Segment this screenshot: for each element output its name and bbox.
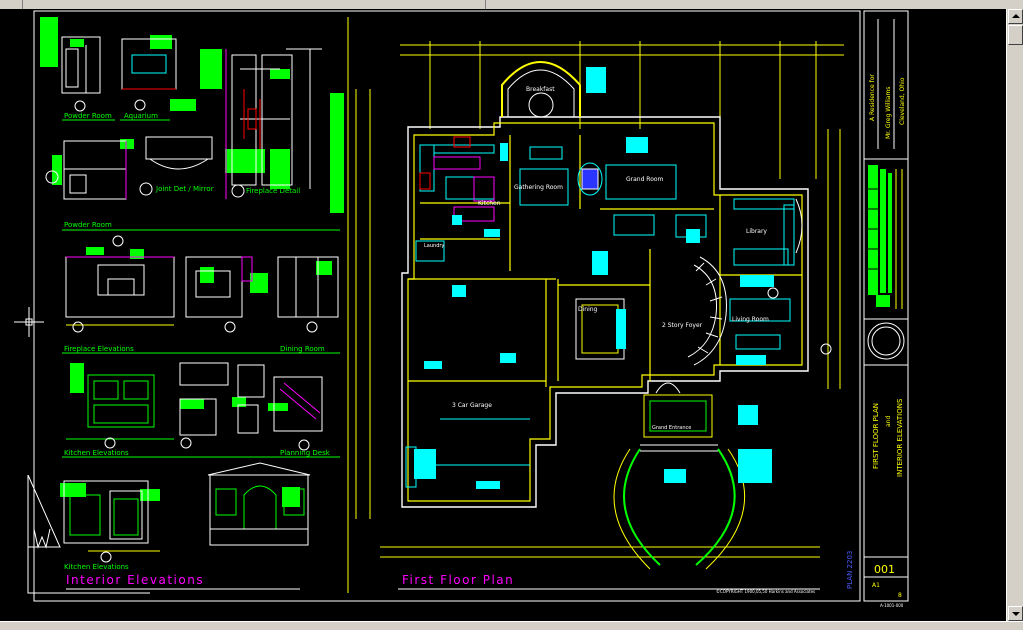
room-label-grand-entrance: Grand Entrance — [652, 425, 691, 431]
room-label-laundry: Laundry — [424, 243, 444, 249]
living-room-furniture — [729, 298, 791, 350]
room-label-grand-room: Grand Room — [626, 176, 664, 183]
fireplace-elevations — [65, 256, 339, 318]
room-label-breakfast: Breakfast — [526, 86, 555, 93]
toolbar-separator — [22, 0, 23, 9]
cad-application-window: Powder Room Aquarium Joint Det / Mirror … — [0, 0, 1023, 630]
label-kitchen-elevations: Kitchen Elevations — [64, 449, 129, 457]
powder-room-plan — [63, 140, 127, 200]
exterior-walls — [401, 116, 809, 508]
joint-detail — [145, 136, 213, 160]
toolbar-separator — [485, 0, 486, 9]
drawing-title: FIRST FLOOR PLAN — [872, 403, 880, 469]
floor-plan: Breakfast Gathering Room Grand Room Kitc… — [355, 41, 854, 594]
arrow-up-icon — [1012, 14, 1020, 18]
sheet-code: A1 — [872, 582, 880, 589]
room-label-library: Library — [746, 228, 767, 235]
room-label-living-room: Living Room — [732, 316, 769, 323]
client-line-3: Cleveland, Ohio — [899, 77, 906, 125]
interior-walls — [407, 122, 803, 502]
drawing-subtitle: INTERIOR ELEVATIONS — [896, 398, 904, 477]
gathering-room-furniture — [519, 146, 569, 206]
drawing-canvas[interactable]: Powder Room Aquarium Joint Det / Mirror … — [0, 9, 1006, 621]
label-joint-det-mirror: Joint Det / Mirror — [155, 185, 214, 193]
label-powder-room-2: Powder Room — [64, 221, 112, 229]
right-sheet-title: First Floor Plan — [402, 573, 514, 587]
sheet-number: 001 — [874, 563, 895, 576]
label-aquarium: Aquarium — [124, 112, 158, 120]
details-panel: Powder Room Aquarium Joint Det / Mirror … — [40, 17, 344, 590]
left-sheet-title: Interior Elevations — [66, 573, 204, 587]
copyright-note: ©COPYRIGHT 1900,05,50 Harkins and Associ… — [716, 589, 815, 594]
label-dining-room: Dining Room — [280, 345, 325, 353]
client-line-2: Mr. Greg Williams — [885, 87, 892, 139]
sheet-border — [33, 10, 861, 602]
label-planning-desk: Planning Desk — [280, 449, 331, 457]
label-powder-room: Powder Room — [64, 112, 112, 120]
crosshair-cursor — [14, 307, 44, 337]
horizontal-scrollbar[interactable] — [0, 621, 1023, 630]
scroll-up-button[interactable] — [1008, 9, 1023, 24]
scroll-down-button[interactable] — [1008, 606, 1023, 621]
label-kitchen-elevations-2: Kitchen Elevations — [64, 563, 129, 571]
foyer-stair — [687, 256, 727, 366]
revision-table — [868, 165, 892, 307]
arrow-down-icon — [1012, 612, 1020, 616]
drawing-title-and: and — [885, 416, 892, 427]
architect-seal — [867, 322, 905, 360]
room-label-three-car-garage: 3 Car Garage — [452, 402, 492, 409]
label-fireplace-elevations: Fireplace Elevations — [64, 345, 134, 353]
sheet-id: A-1001-000 — [880, 603, 904, 608]
label-fireplace-detail: Fireplace Detail — [246, 187, 300, 195]
sheet-count: 8 — [898, 592, 902, 599]
room-label-kitchen: Kitchen — [478, 200, 501, 207]
room-label-gathering-room: Gathering Room — [514, 184, 563, 191]
drawing-sheet: Powder Room Aquarium Joint Det / Mirror … — [14, 10, 909, 608]
title-block: A Residence for Mr. Greg Williams Clevel… — [864, 19, 908, 608]
room-label-dining: Dining — [578, 306, 598, 313]
room-label-two-story-foyer: 2 Story Foyer — [662, 322, 703, 329]
plan-number: PLAN 2203 — [846, 551, 854, 589]
client-line-1: A Residence for — [869, 74, 876, 121]
scroll-thumb[interactable] — [1008, 25, 1023, 45]
vertical-scrollbar[interactable] — [1006, 9, 1023, 621]
kitchen-elevations — [87, 374, 155, 428]
